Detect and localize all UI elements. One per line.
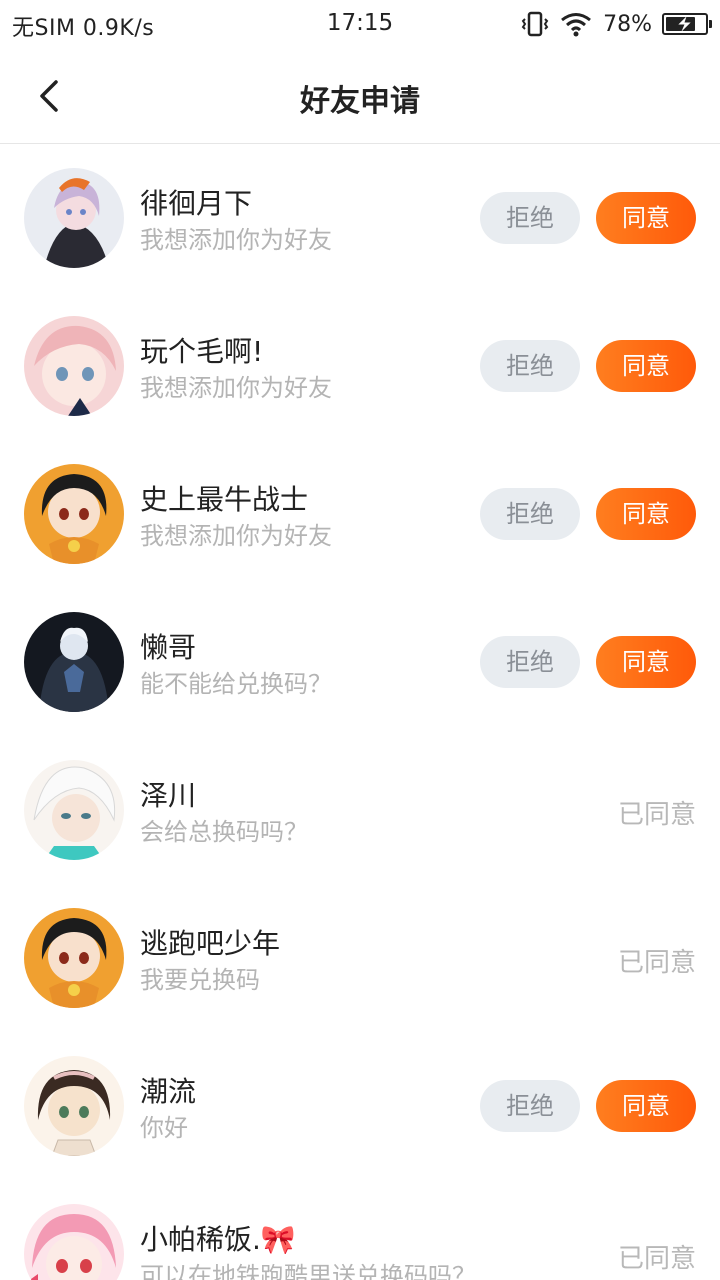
friend-request-row: 懒哥 能不能给兑换码？ 拒绝 同意 xyxy=(0,588,720,736)
requester-name: 泽川 xyxy=(140,779,197,812)
avatar[interactable] xyxy=(24,760,124,860)
avatar-image xyxy=(24,316,124,416)
status-bar: 无SIM 0.9K/s 17:15 78% xyxy=(0,0,720,48)
agree-button[interactable]: 同意 xyxy=(596,192,696,244)
reject-button[interactable]: 拒绝 xyxy=(480,192,580,244)
requester-name: 潮流 xyxy=(140,1075,197,1108)
avatar[interactable] xyxy=(24,1056,124,1156)
request-message: 我想添加你为好友 xyxy=(140,226,332,254)
agreed-status: 已同意 xyxy=(617,1244,696,1274)
avatar-image xyxy=(24,760,124,860)
requester-name: 懒哥 xyxy=(140,631,197,664)
agreed-status: 已同意 xyxy=(617,948,696,978)
page-title: 好友申请 xyxy=(300,84,420,119)
friend-request-row: 史上最牛战士 我想添加你为好友 拒绝 同意 xyxy=(0,440,720,588)
friend-request-row: 小帕稀饭.🎀 可以在地铁跑酷里送兑换码吗？ 已同意 xyxy=(0,1180,720,1280)
friend-request-row: 逃跑吧少年 我要兑换码 已同意 xyxy=(0,884,720,1032)
avatar[interactable] xyxy=(24,908,124,1008)
bolt-icon xyxy=(678,16,691,32)
avatar-image xyxy=(24,168,124,268)
avatar-image xyxy=(24,1204,124,1280)
agree-button[interactable]: 同意 xyxy=(596,636,696,688)
battery-charging-icon xyxy=(662,13,712,35)
requester-name: 玩个毛啊! xyxy=(140,335,264,368)
avatar[interactable] xyxy=(24,464,124,564)
avatar-image xyxy=(24,1056,124,1156)
requester-name: 史上最牛战士 xyxy=(140,483,309,516)
request-message: 能不能给兑换码？ xyxy=(140,670,332,698)
request-message: 可以在地铁跑酷里送兑换码吗？ xyxy=(140,1262,476,1280)
agree-button[interactable]: 同意 xyxy=(596,1080,696,1132)
reject-button[interactable]: 拒绝 xyxy=(480,1080,580,1132)
friend-request-row: 玩个毛啊! 我想添加你为好友 拒绝 同意 xyxy=(0,292,720,440)
request-message: 会给总换码吗？ xyxy=(140,818,308,846)
avatar[interactable] xyxy=(24,168,124,268)
app-header: 好友申请 xyxy=(0,48,720,144)
requester-name: 小帕稀饭.🎀 xyxy=(140,1223,296,1256)
agree-button[interactable]: 同意 xyxy=(596,340,696,392)
requester-name: 徘徊月下 xyxy=(140,187,253,220)
requester-name: 逃跑吧少年 xyxy=(140,927,281,960)
avatar[interactable] xyxy=(24,612,124,712)
avatar-image xyxy=(24,464,124,564)
reject-button[interactable]: 拒绝 xyxy=(480,636,580,688)
request-message: 你好 xyxy=(140,1114,188,1142)
vibrate-icon xyxy=(521,11,549,37)
agree-button[interactable]: 同意 xyxy=(596,488,696,540)
avatar[interactable] xyxy=(24,316,124,416)
friend-request-row: 泽川 会给总换码吗？ 已同意 xyxy=(0,736,720,884)
battery-percent: 78% xyxy=(603,11,652,37)
request-message: 我想添加你为好友 xyxy=(140,374,332,402)
friend-request-row: 潮流 你好 拒绝 同意 xyxy=(0,1032,720,1180)
status-icons: 78% xyxy=(521,8,712,40)
friend-request-row: 徘徊月下 我想添加你为好友 拒绝 同意 xyxy=(0,144,720,292)
avatar-image xyxy=(24,908,124,1008)
reject-button[interactable]: 拒绝 xyxy=(480,340,580,392)
reject-button[interactable]: 拒绝 xyxy=(480,488,580,540)
request-message: 我想添加你为好友 xyxy=(140,522,332,550)
agreed-status: 已同意 xyxy=(617,800,696,830)
avatar[interactable] xyxy=(24,1204,124,1280)
request-message: 我要兑换码 xyxy=(140,966,260,994)
avatar-image xyxy=(24,612,124,712)
wifi-icon xyxy=(561,13,592,37)
